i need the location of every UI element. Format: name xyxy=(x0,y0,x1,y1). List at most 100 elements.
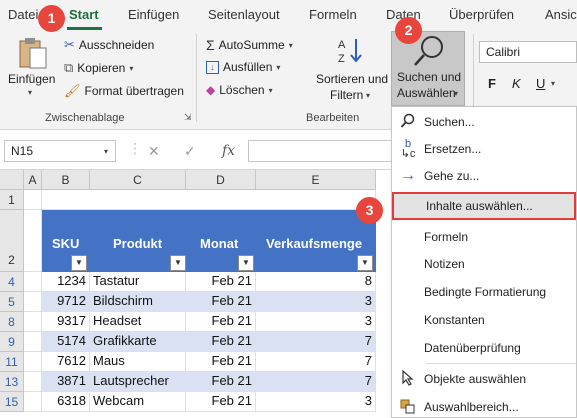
row-header[interactable]: 8 xyxy=(0,312,24,332)
cell-month[interactable]: Feb 21 xyxy=(186,392,256,412)
name-box-caret-icon[interactable]: ▾ xyxy=(104,147,108,156)
cell-product[interactable]: Headset xyxy=(90,312,186,332)
cell-quantity[interactable]: 3 xyxy=(256,292,376,312)
filter-dropdown-quantity[interactable]: ▼ xyxy=(357,255,373,271)
menu-item-selection-pane[interactable]: Auswahlbereich... xyxy=(392,394,577,418)
row-header[interactable]: 11 xyxy=(0,352,24,372)
menu-item-conditional-formatting[interactable]: Bedingte Formatierung xyxy=(392,279,577,305)
clipboard-launcher-icon[interactable]: ⇲ xyxy=(184,112,192,123)
menu-item-replace[interactable]: b ↳c Ersetzen... xyxy=(392,136,577,162)
cell-quantity[interactable]: 3 xyxy=(256,312,376,332)
column-header-d[interactable]: D xyxy=(186,170,256,190)
row-header[interactable]: 4 xyxy=(0,272,24,292)
cell[interactable] xyxy=(24,312,42,332)
row-header[interactable]: 15 xyxy=(0,392,24,412)
copy-button[interactable]: ⧉ Kopieren ▾ xyxy=(64,60,133,76)
filter-active-month-icon[interactable]: ▼ xyxy=(238,255,254,271)
cell-sku[interactable]: 5174 xyxy=(42,332,90,352)
cell-quantity[interactable]: 7 xyxy=(256,372,376,392)
cell[interactable] xyxy=(42,190,376,210)
cell-quantity[interactable]: 3 xyxy=(256,392,376,412)
cell-quantity[interactable]: 7 xyxy=(256,352,376,372)
sort-filter-label-1: Sortieren und xyxy=(316,72,389,86)
font-name-field[interactable]: Calibri xyxy=(479,41,577,63)
formula-input[interactable] xyxy=(248,140,398,162)
eraser-icon: ◆ xyxy=(206,83,216,97)
tab-page-layout[interactable]: Seitenlayout xyxy=(208,7,280,22)
cell-product[interactable]: Bildschirm xyxy=(90,292,186,312)
cell[interactable] xyxy=(24,190,42,210)
cell[interactable] xyxy=(24,292,42,312)
cell[interactable] xyxy=(24,272,42,292)
underline-button[interactable]: U xyxy=(536,76,545,91)
insert-function-icon[interactable]: fx xyxy=(222,143,235,159)
menu-item-label: Suchen... xyxy=(424,115,475,129)
cell-month[interactable]: Feb 21 xyxy=(186,352,256,372)
cell-sku[interactable]: 9712 xyxy=(42,292,90,312)
cell-product[interactable]: Webcam xyxy=(90,392,186,412)
clear-button[interactable]: ◆ Löschen ▾ xyxy=(206,83,273,97)
menu-item-select-objects[interactable]: Objekte auswählen xyxy=(392,366,577,392)
paste-button[interactable]: Einfügen ▾ xyxy=(6,34,56,104)
cell-month[interactable]: Feb 21 xyxy=(186,332,256,352)
cell-month[interactable]: Feb 21 xyxy=(186,372,256,392)
cell-product[interactable]: Grafikkarte xyxy=(90,332,186,352)
filter-dropdown-product[interactable]: ▼ xyxy=(170,255,186,271)
menu-item-formulas[interactable]: Formeln xyxy=(392,224,577,250)
format-painter-button[interactable]: 🖌 Format übertragen xyxy=(64,83,184,99)
cell-month[interactable]: Feb 21 xyxy=(186,312,256,332)
menu-item-find[interactable]: Suchen... xyxy=(392,109,577,135)
column-header-c[interactable]: C xyxy=(90,170,186,190)
column-header-a[interactable]: A xyxy=(24,170,42,190)
cell[interactable] xyxy=(24,332,42,352)
tab-start[interactable]: Start xyxy=(69,7,99,22)
filter-dropdown-sku[interactable]: ▼ xyxy=(71,255,87,271)
autosum-button[interactable]: Σ AutoSumme ▾ xyxy=(206,37,293,53)
menu-item-notes[interactable]: Notizen xyxy=(392,251,577,277)
row-header[interactable]: 2 xyxy=(0,210,24,272)
row-header[interactable]: 13 xyxy=(0,372,24,392)
cell-sku[interactable]: 1234 xyxy=(42,272,90,292)
row-header[interactable]: 1 xyxy=(0,190,24,210)
cut-button[interactable]: ✂ Ausschneiden xyxy=(64,37,154,53)
cell[interactable] xyxy=(24,372,42,392)
cell-quantity[interactable]: 7 xyxy=(256,332,376,352)
name-box[interactable]: N15 xyxy=(4,140,116,162)
tab-file[interactable]: Datei xyxy=(8,7,38,22)
select-all-corner[interactable] xyxy=(0,170,24,190)
cell-product[interactable]: Maus xyxy=(90,352,186,372)
cell[interactable] xyxy=(24,392,42,412)
row-header[interactable]: 9 xyxy=(0,332,24,352)
cell-sku[interactable]: 7612 xyxy=(42,352,90,372)
row-header[interactable]: 5 xyxy=(0,292,24,312)
sort-filter-button[interactable]: A Z Sortieren und Filtern ▾ xyxy=(314,34,390,106)
cell-sku[interactable]: 6318 xyxy=(42,392,90,412)
tab-insert[interactable]: Einfügen xyxy=(128,7,179,22)
cell-month[interactable]: Feb 21 xyxy=(186,272,256,292)
cell-sku[interactable]: 9317 xyxy=(42,312,90,332)
menu-item-constants[interactable]: Konstanten xyxy=(392,307,577,333)
tab-formulas[interactable]: Formeln xyxy=(309,7,357,22)
column-header-e[interactable]: E xyxy=(256,170,376,190)
cell-sku[interactable]: 3871 xyxy=(42,372,90,392)
menu-item-goto[interactable]: → Gehe zu... xyxy=(392,163,577,189)
bold-button[interactable]: F xyxy=(488,76,496,91)
cell[interactable] xyxy=(24,210,42,272)
cell-product[interactable]: Lautsprecher xyxy=(90,372,186,392)
fill-button[interactable]: ↓ Ausfüllen ▾ xyxy=(206,60,280,74)
clear-caret-icon: ▾ xyxy=(268,85,273,95)
cancel-icon[interactable]: ✕ xyxy=(148,143,160,160)
format-painter-icon: 🖌 xyxy=(64,83,81,98)
tab-view[interactable]: Ansicht xyxy=(545,7,577,22)
cell-month[interactable]: Feb 21 xyxy=(186,292,256,312)
cell-product[interactable]: Tastatur xyxy=(90,272,186,292)
cell[interactable] xyxy=(24,352,42,372)
paste-caret-icon: ▾ xyxy=(28,88,33,97)
menu-item-data-validation[interactable]: Datenüberprüfung xyxy=(392,335,577,361)
enter-icon[interactable]: ✓ xyxy=(184,143,196,160)
column-header-b[interactable]: B xyxy=(42,170,90,190)
italic-button[interactable]: K xyxy=(512,76,521,91)
cell-quantity[interactable]: 8 xyxy=(256,272,376,292)
tab-review[interactable]: Überprüfen xyxy=(449,7,514,22)
selection-pane-icon xyxy=(392,398,424,417)
